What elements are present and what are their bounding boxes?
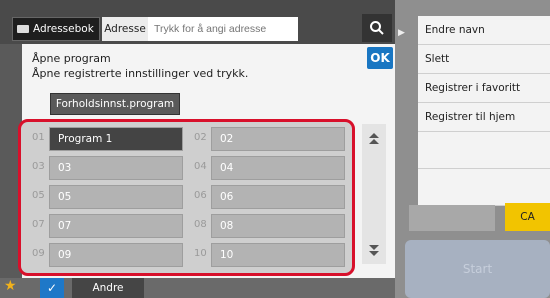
address-book-button[interactable]: Adressebok [12,17,100,41]
program-slot-10[interactable]: 10 [211,243,345,267]
expand-arrow-icon[interactable]: ▶ [398,28,405,38]
faded-button [409,205,495,231]
program-slot-06[interactable]: 06 [211,185,345,209]
dialog-title: Åpne program [32,52,111,65]
other-button[interactable]: Andre [72,278,144,298]
menu-item-add-favorite[interactable]: Registrer i favoritt [418,74,550,103]
action-menu: Endre navn Slett Registrer i favoritt Re… [418,16,550,206]
program-number: 01 [32,132,45,143]
double-chevron-down-icon [369,245,379,256]
scroll-up-button[interactable] [362,127,386,151]
start-button[interactable]: Start [405,240,550,298]
program-number: 06 [194,190,207,201]
checkmark-icon[interactable]: ✓ [40,278,64,298]
menu-item-add-home[interactable]: Registrer til hjem [418,103,550,132]
program-slot-07[interactable]: 07 [49,214,183,238]
program-row: 07 07 08 08 [28,214,348,238]
program-number: 07 [32,219,45,230]
program-slot-01[interactable]: Program 1 [49,127,183,151]
program-slot-02[interactable]: 02 [211,127,345,151]
ratio-program-button[interactable]: Forholdsinnst.program [50,93,180,115]
menu-item-delete[interactable]: Slett [418,45,550,74]
address-input[interactable] [148,17,298,41]
program-row: 09 09 10 10 [28,243,348,267]
program-slot-09[interactable]: 09 [49,243,183,267]
double-chevron-up-icon [369,133,379,144]
menu-item-empty [418,132,550,169]
star-icon[interactable]: ★ [4,278,17,294]
program-slot-04[interactable]: 04 [211,156,345,180]
menu-item-empty [418,169,550,206]
program-number: 08 [194,219,207,230]
program-number: 10 [194,248,207,259]
address-book-icon [17,25,29,33]
program-number: 04 [194,161,207,172]
ok-button[interactable]: OK [367,47,393,69]
program-row: 05 05 06 06 [28,185,348,209]
program-row: 03 03 04 04 [28,156,348,180]
address-tab[interactable]: Adresse [102,17,148,41]
program-grid: 01 Program 1 02 02 03 03 04 04 05 05 06 … [18,119,355,276]
program-row: 01 Program 1 02 02 [28,127,348,151]
search-icon [370,21,384,35]
program-slot-08[interactable]: 08 [211,214,345,238]
search-button[interactable] [362,14,392,42]
address-book-label: Adressebok [33,23,94,35]
program-slot-03[interactable]: 03 [49,156,183,180]
program-number: 03 [32,161,45,172]
program-slot-05[interactable]: 05 [49,185,183,209]
scroll-down-button[interactable] [362,238,386,262]
clear-all-button[interactable]: CA [505,203,550,231]
program-number: 05 [32,190,45,201]
program-number: 02 [194,132,207,143]
dialog-subtitle: Åpne registrerte innstillinger ved trykk… [32,67,249,80]
program-number: 09 [32,248,45,259]
menu-item-rename[interactable]: Endre navn [418,16,550,45]
